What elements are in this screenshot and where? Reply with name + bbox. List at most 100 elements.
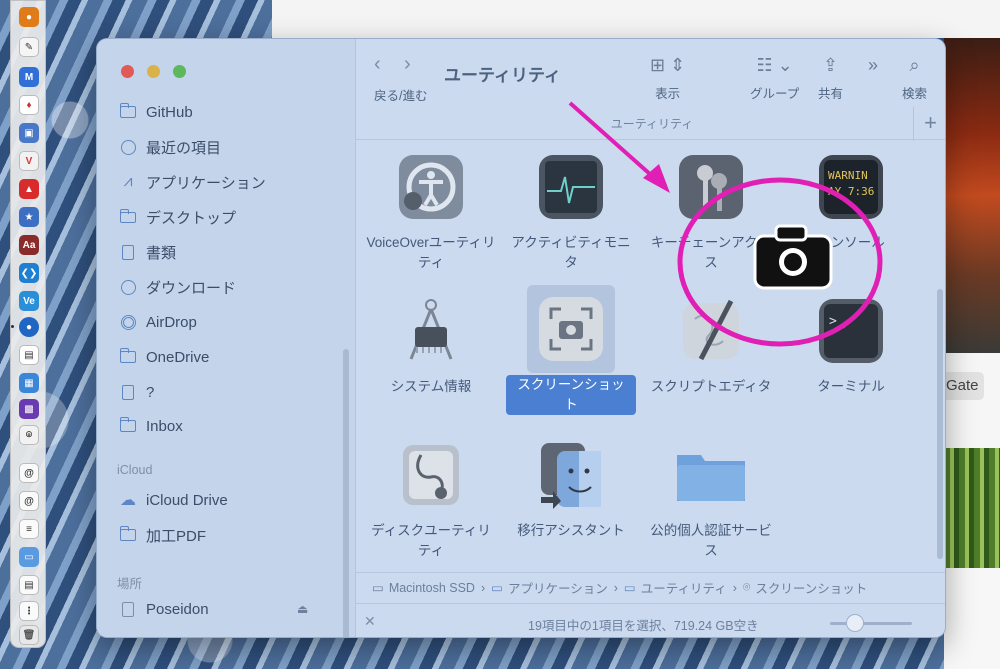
status-bar: ✕ 19項目中の1項目を選択、719.24 GB空き xyxy=(356,603,945,637)
item-terminal[interactable]: >_ ターミナル xyxy=(786,295,916,397)
item-jpki-service-folder[interactable]: 公的個人認証サービス xyxy=(646,439,776,561)
folder-icon xyxy=(675,439,747,511)
item-disk-utility[interactable]: ディスクユーティリティ xyxy=(366,439,496,561)
sidebar-item-onedrive[interactable]: OneDrive xyxy=(119,344,209,370)
sidebar-item-github[interactable]: GitHub xyxy=(119,99,193,125)
item-migration-assistant[interactable]: 移行アシスタント xyxy=(506,439,636,541)
trash-icon[interactable]: 🗑 xyxy=(19,625,39,645)
zoom-window-button[interactable] xyxy=(173,65,186,78)
share-button[interactable]: ⇪ 共有 xyxy=(818,53,843,102)
app-icon[interactable]: M xyxy=(19,67,39,87)
sidebar-item-label: デスクトップ xyxy=(146,209,237,227)
dictionary-icon[interactable]: Aa xyxy=(19,235,39,255)
add-tab-button[interactable]: + xyxy=(913,107,945,141)
item-voiceover-utility[interactable]: VoiceOverユーティリティ xyxy=(366,151,496,273)
drive-icon: ▭ xyxy=(372,581,384,595)
sidebar-item-question[interactable]: ? xyxy=(119,379,154,405)
background-photo-bamboo xyxy=(944,448,1000,568)
sidebar-item-documents[interactable]: 書類 xyxy=(119,239,176,265)
screenshot-icon[interactable]: ⌾ xyxy=(19,425,39,445)
search-icon: ⌕ xyxy=(909,55,920,75)
item-console[interactable]: WARNIN AY 7:36 コンソール xyxy=(786,151,916,253)
item-system-information[interactable]: システム情報 xyxy=(366,295,496,397)
folder-icon[interactable]: ▭ xyxy=(19,547,39,567)
sidebar-section-locations: 場所 xyxy=(117,577,143,591)
sidebar-item-downloads[interactable]: ダウンロード xyxy=(119,274,236,300)
minimize-window-button[interactable] xyxy=(147,65,160,78)
eject-icon[interactable]: ⏏ xyxy=(297,602,308,616)
sidebar-item-icloud-drive[interactable]: ☁ iCloud Drive xyxy=(119,487,228,513)
item-label: 公的個人認証サービス xyxy=(650,523,772,558)
textedit-icon[interactable]: ✎ xyxy=(19,37,39,57)
item-label: 移行アシスタント xyxy=(517,523,625,538)
keychain-icon xyxy=(675,151,747,223)
system-info-icon xyxy=(395,295,467,367)
folder-icon xyxy=(119,526,137,544)
path-segment-macintosh-ssd[interactable]: ▭ Macintosh SSD xyxy=(372,580,475,596)
back-icon[interactable]: ‹ xyxy=(374,53,381,76)
script-editor-icon xyxy=(675,295,747,367)
app-icon[interactable]: ▲ xyxy=(19,179,39,199)
icon-size-slider-knob[interactable] xyxy=(845,614,864,632)
sidebar-item-applications[interactable]: ⩘ アプリケーション xyxy=(119,169,266,195)
app-icon[interactable]: ▣ xyxy=(19,123,39,143)
item-screenshot[interactable]: スクリーンショット xyxy=(506,285,636,415)
forward-icon[interactable]: › xyxy=(404,53,411,76)
sidebar-item-label: 最近の項目 xyxy=(146,139,222,157)
mail-icon[interactable]: @ xyxy=(19,463,39,483)
chevron-double-right-icon: » xyxy=(868,55,879,75)
sidebar-item-kakou-pdf[interactable]: 加工PDF xyxy=(119,522,206,548)
sidebar-item-label: アプリケーション xyxy=(146,174,266,192)
view-button[interactable]: ⊞ ⇕ 表示 xyxy=(650,53,685,102)
content-scrollbar[interactable] xyxy=(937,289,943,559)
chevron-right-icon: › xyxy=(480,580,486,595)
screenshot-icon xyxy=(535,293,607,365)
icon-size-slider[interactable] xyxy=(830,622,912,625)
document-icon[interactable]: ▤ xyxy=(19,575,39,595)
app-icon[interactable]: ● xyxy=(19,317,39,337)
sidebar-item-inbox[interactable]: Inbox xyxy=(119,413,183,439)
group-button[interactable]: ☷ ⌄ グループ xyxy=(750,53,799,102)
sidebar-item-desktop[interactable]: デスクトップ xyxy=(119,204,236,230)
sidebar-item-recents[interactable]: 最近の項目 xyxy=(119,134,221,160)
document-icon xyxy=(119,383,137,401)
mail-icon[interactable]: @ xyxy=(19,491,39,511)
svg-text:WARNIN: WARNIN xyxy=(828,169,868,182)
screenshot-icon: ⌾ xyxy=(742,580,751,594)
app-icon[interactable]: Ve xyxy=(19,291,39,311)
folder-icon xyxy=(119,417,137,435)
more-button[interactable]: » xyxy=(868,53,878,77)
item-activity-monitor[interactable]: アクティビティモニタ xyxy=(506,151,636,273)
search-button[interactable]: ⌕ 検索 xyxy=(902,53,927,102)
running-indicator xyxy=(11,325,14,328)
background-gate-button[interactable]: Gate xyxy=(944,372,984,400)
vscode-icon[interactable]: ❮❯ xyxy=(19,263,39,283)
app-icon[interactable]: ▤ xyxy=(19,345,39,365)
status-text: 19項目中の1項目を選択、719.24 GB空き xyxy=(528,619,759,633)
item-script-editor[interactable]: スクリプトエディタ xyxy=(646,295,776,397)
terminal-icon: >_ xyxy=(815,295,887,367)
sidebar-scrollbar[interactable] xyxy=(343,349,349,637)
path-segment-utilities[interactable]: ▭ ユーティリティ xyxy=(624,578,727,597)
app-icon[interactable]: ▦ xyxy=(19,373,39,393)
app-icon[interactable]: ▩ xyxy=(19,399,39,419)
folder-icon xyxy=(119,348,137,366)
sidebar-item-airdrop[interactable]: AirDrop xyxy=(119,309,197,335)
item-label: システム情報 xyxy=(390,379,472,394)
close-window-button[interactable] xyxy=(121,65,134,78)
sidebar-item-poseidon[interactable]: Poseidon xyxy=(119,596,209,622)
app-icon[interactable]: ● xyxy=(19,7,39,27)
app-icon[interactable]: ★ xyxy=(19,207,39,227)
item-keychain-access[interactable]: キーチェーンアクセス xyxy=(646,151,776,273)
document-icon[interactable]: ≡ xyxy=(19,519,39,539)
tab-title[interactable]: ユーティリティ xyxy=(356,113,945,135)
download-icon xyxy=(119,278,137,296)
app-icon[interactable]: ♦ xyxy=(19,95,39,115)
item-label: スクリプトエディタ xyxy=(650,379,772,394)
vivaldi-icon[interactable]: V xyxy=(19,151,39,171)
close-icon[interactable]: ✕ xyxy=(364,613,376,630)
path-segment-screenshot[interactable]: ⌾ スクリーンショット xyxy=(743,578,867,597)
path-segment-applications[interactable]: ▭ アプリケーション xyxy=(491,578,608,597)
document-icon[interactable]: ⋮ xyxy=(19,601,39,621)
applications-icon: ⩘ xyxy=(123,173,133,190)
